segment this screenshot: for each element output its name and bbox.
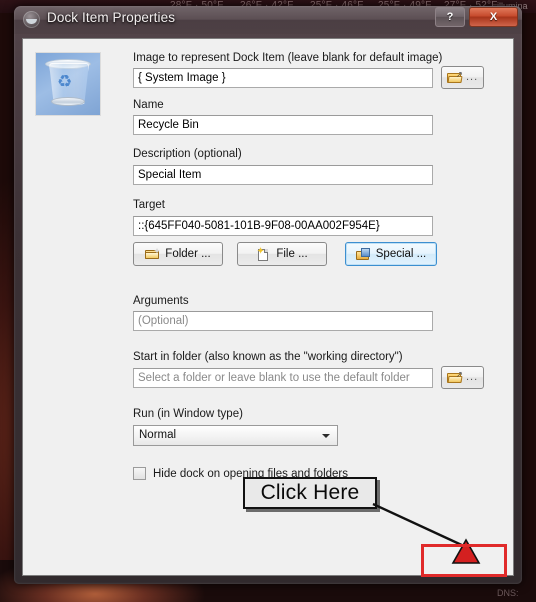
image-field-label: Image to represent Dock Item (leave blan…	[133, 52, 443, 64]
name-input[interactable]	[133, 115, 433, 135]
target-file-button[interactable]: ✦ File ...	[237, 242, 327, 266]
start-in-folder-browse-button[interactable]: ↗ ...	[441, 366, 484, 389]
image-browse-button[interactable]: ↗ ...	[441, 66, 484, 89]
file-icon: ✦	[256, 246, 271, 261]
target-input[interactable]	[133, 216, 433, 236]
target-special-button-label: Special ...	[375, 248, 427, 260]
background-dns-label: DNS:	[497, 588, 519, 598]
target-folder-button-label: Folder ...	[165, 248, 211, 260]
target-field-label: Target	[133, 199, 165, 211]
click-here-callout: Click Here	[243, 477, 377, 509]
image-input[interactable]	[133, 68, 433, 88]
folder-open-icon: ↗	[447, 370, 463, 383]
run-field-label: Run (in Window type)	[133, 408, 243, 420]
bin-base	[51, 97, 85, 106]
window-titlebar[interactable]: Dock Item Properties ? X	[14, 6, 522, 34]
finished-button-highlight	[421, 544, 507, 577]
hide-dock-checkbox[interactable]	[133, 467, 146, 480]
dock-app-icon	[23, 11, 40, 28]
folder-icon: ✦	[145, 246, 161, 261]
folder-open-icon: ↗	[447, 70, 463, 83]
run-selected-value: Normal	[139, 429, 177, 441]
description-field-label: Description (optional)	[133, 148, 242, 160]
start-in-folder-input[interactable]	[133, 368, 433, 388]
chevron-down-icon	[322, 434, 330, 438]
name-field-label: Name	[133, 99, 164, 111]
start-in-folder-field-label: Start in folder (also known as the "work…	[133, 351, 403, 363]
recycle-bin-preview-icon: ♻	[35, 52, 101, 116]
run-window-type-select[interactable]: Normal	[133, 425, 338, 446]
titlebar-help-button[interactable]: ?	[435, 7, 465, 27]
recycle-symbol-icon: ♻	[57, 72, 73, 91]
close-icon[interactable]: X	[469, 7, 518, 27]
arguments-field-label: Arguments	[133, 295, 189, 307]
description-input[interactable]	[133, 165, 433, 185]
browse-ellipsis-label: ...	[466, 71, 479, 83]
window-title: Dock Item Properties	[47, 10, 176, 25]
arguments-input[interactable]	[133, 311, 433, 331]
special-folder-icon	[355, 247, 371, 261]
target-special-button[interactable]: Special ...	[345, 242, 437, 266]
target-file-button-label: File ...	[276, 248, 308, 260]
target-folder-button[interactable]: ✦ Folder ...	[133, 242, 223, 266]
browse-ellipsis-label: ...	[466, 371, 479, 383]
